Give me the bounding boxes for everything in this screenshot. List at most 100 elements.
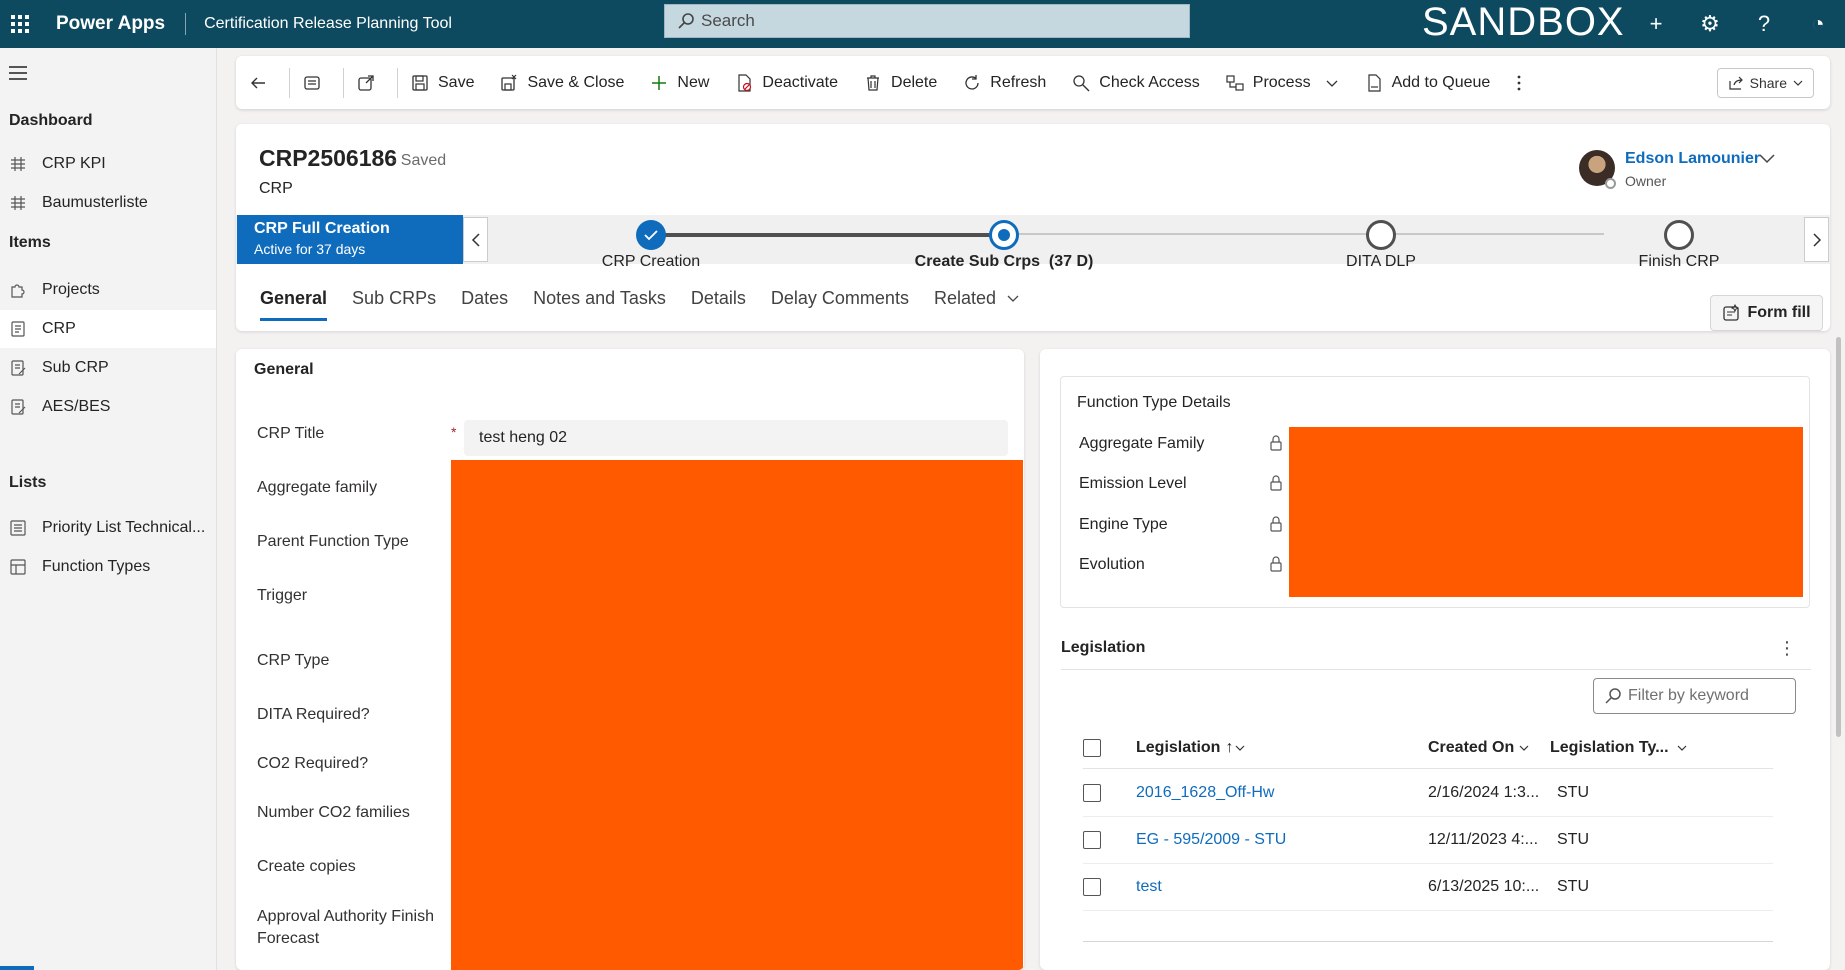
nav-item-function-types[interactable]: Function Types xyxy=(0,548,216,586)
field-label-engine-type: Engine Type xyxy=(1079,516,1168,533)
copilot-icon[interactable]: ◔ xyxy=(1791,0,1845,48)
record-entity: CRP xyxy=(259,180,293,197)
delete-label: Delete xyxy=(891,73,938,91)
grid-footer-divider xyxy=(1083,941,1773,942)
nav-item-crp-kpi[interactable]: CRP KPI xyxy=(0,145,216,183)
nav-item-sub-crp[interactable]: Sub CRP xyxy=(0,349,216,387)
back-button[interactable] xyxy=(236,56,289,109)
share-button[interactable]: Share xyxy=(1716,68,1814,98)
nav-item-label: Projects xyxy=(42,281,100,298)
row-checkbox[interactable] xyxy=(1083,784,1101,802)
help-icon[interactable]: ? xyxy=(1737,0,1791,48)
top-actions: + ⚙ ? ◔ xyxy=(1629,0,1845,48)
field-label-aggregate-family: Aggregate family xyxy=(257,479,378,496)
section-title: Function Type Details xyxy=(1077,394,1231,411)
deactivate-icon xyxy=(735,73,753,92)
open-external-icon xyxy=(357,74,375,92)
table-row[interactable]: 2016_1628_Off-Hw 2/16/2024 1:3... STU xyxy=(1083,770,1773,817)
tab-delay-comments[interactable]: Delay Comments xyxy=(771,288,909,309)
check-access-label: Check Access xyxy=(1099,73,1200,91)
column-header-legislation-type[interactable]: Legislation Ty... xyxy=(1550,739,1687,757)
owner-name-link[interactable]: Edson Lamounier xyxy=(1625,150,1760,168)
form-fill-button[interactable]: Form fill xyxy=(1710,295,1823,331)
list-icon xyxy=(9,519,27,537)
table-row[interactable]: test 6/13/2025 10:... STU xyxy=(1083,864,1773,911)
hamburger-icon[interactable] xyxy=(9,66,27,84)
lock-icon xyxy=(1270,475,1282,496)
form-view-button[interactable] xyxy=(290,56,343,109)
deactivate-button[interactable]: Deactivate xyxy=(722,56,851,109)
scrollbar[interactable] xyxy=(1836,337,1841,737)
chevron-right-icon xyxy=(1812,232,1821,247)
stage-finish-crp[interactable]: Finish CRP xyxy=(1604,215,1754,271)
column-header-created-on[interactable]: Created On xyxy=(1428,739,1529,757)
select-all-checkbox[interactable] xyxy=(1083,739,1101,757)
plus-icon[interactable]: + xyxy=(1629,0,1683,48)
process-button[interactable]: Process xyxy=(1213,56,1352,109)
search-icon xyxy=(678,13,694,29)
app-launcher-icon[interactable] xyxy=(0,0,40,48)
tab-related[interactable]: Related xyxy=(934,288,1020,309)
app-title[interactable]: Certification Release Planning Tool xyxy=(204,15,452,33)
delete-button[interactable]: Delete xyxy=(851,56,950,109)
stage-label: Create Sub Crps (37 D) xyxy=(914,253,1094,270)
crp-title-input[interactable]: test heng 02 xyxy=(464,420,1008,456)
stage-crp-creation[interactable]: CRP Creation xyxy=(566,215,736,271)
row-checkbox[interactable] xyxy=(1083,831,1101,849)
nav-item-baumusterliste[interactable]: Baumusterliste xyxy=(0,184,216,222)
stage-prev-button[interactable] xyxy=(463,217,488,262)
nav-section-dashboard: Dashboard xyxy=(9,112,93,129)
column-header-label: Legislation xyxy=(1136,739,1221,756)
active-process-flyout[interactable]: CRP Full Creation Active for 37 days xyxy=(237,215,463,264)
trash-icon xyxy=(864,74,882,92)
search-input[interactable]: Search xyxy=(664,4,1190,38)
stage-dita-dlp[interactable]: DITA DLP xyxy=(1306,215,1456,271)
required-marker: * xyxy=(451,424,457,440)
field-label-evolution: Evolution xyxy=(1079,556,1145,573)
legislation-link[interactable]: EG - 595/2009 - STU xyxy=(1136,831,1286,849)
stage-next-button[interactable] xyxy=(1804,217,1829,262)
app-name[interactable]: Power Apps xyxy=(56,13,165,35)
search-icon xyxy=(1605,688,1621,704)
expand-header-chevron-icon[interactable] xyxy=(1757,148,1777,173)
column-header-legislation[interactable]: Legislation ↑ xyxy=(1136,739,1245,757)
legislation-link[interactable]: 2016_1628_Off-Hw xyxy=(1136,784,1274,802)
legislation-link[interactable]: test xyxy=(1136,878,1162,896)
more-vertical-icon xyxy=(1516,74,1522,92)
active-stage-icon xyxy=(989,220,1019,250)
add-to-queue-button[interactable]: Add to Queue xyxy=(1352,56,1504,109)
stage-create-sub-crps[interactable]: Create Sub Crps (37 D) xyxy=(904,215,1104,271)
field-label-trigger: Trigger xyxy=(257,587,308,604)
nav-item-priority-list[interactable]: Priority List Technical... xyxy=(0,509,216,547)
filter-by-keyword-input[interactable]: Filter by keyword xyxy=(1593,678,1796,714)
field-label-co2-required: CO2 Required? xyxy=(257,755,369,772)
form-fill-label: Form fill xyxy=(1747,304,1811,321)
tab-sub-crps[interactable]: Sub CRPs xyxy=(352,288,436,309)
tab-details[interactable]: Details xyxy=(691,288,746,309)
tab-dates[interactable]: Dates xyxy=(461,288,508,309)
save-button[interactable]: Save xyxy=(398,56,487,109)
nav-item-label: Function Types xyxy=(42,558,151,575)
legislation-type-cell: STU xyxy=(1557,831,1589,848)
tab-general[interactable]: General xyxy=(260,288,328,321)
more-commands-button[interactable] xyxy=(1503,56,1544,109)
check-access-button[interactable]: Check Access xyxy=(1059,56,1212,109)
save-close-button[interactable]: Save & Close xyxy=(487,56,637,109)
crp-title-value: test heng 02 xyxy=(479,429,568,446)
stage-label: CRP Creation xyxy=(601,253,701,270)
divider xyxy=(185,13,187,35)
stage-circle-icon xyxy=(1366,220,1396,250)
new-button[interactable]: New xyxy=(637,56,722,109)
chevron-down-icon xyxy=(1236,745,1245,751)
nav-item-projects[interactable]: Projects xyxy=(0,271,216,309)
refresh-button[interactable]: Refresh xyxy=(950,56,1059,109)
right-column: Function Type Details Aggregate Family E… xyxy=(1040,349,1830,970)
gear-icon[interactable]: ⚙ xyxy=(1683,0,1737,48)
nav-item-crp[interactable]: CRP xyxy=(0,310,216,348)
more-vertical-icon[interactable]: ⋮ xyxy=(1778,638,1796,659)
tab-notes-and-tasks[interactable]: Notes and Tasks xyxy=(533,288,666,309)
table-row[interactable]: EG - 595/2009 - STU 12/11/2023 4:... STU xyxy=(1083,817,1773,864)
open-new-window-button[interactable] xyxy=(344,56,397,109)
nav-item-aes-bes[interactable]: AES/BES xyxy=(0,388,216,426)
row-checkbox[interactable] xyxy=(1083,878,1101,896)
